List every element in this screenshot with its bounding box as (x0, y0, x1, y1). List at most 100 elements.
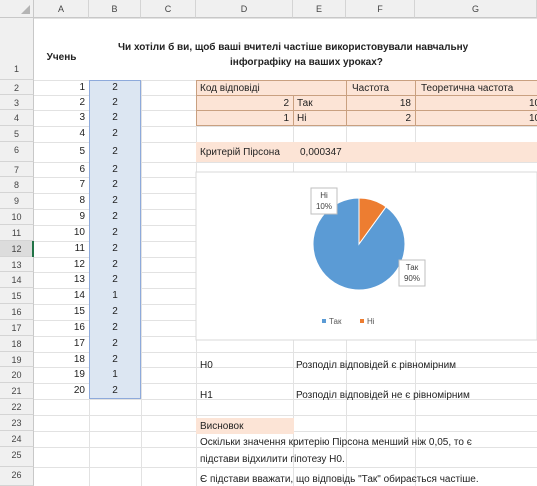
student-answer-cell[interactable]: 2 (89, 225, 141, 241)
column-header-b[interactable]: B (89, 0, 141, 18)
row-header-8[interactable]: 8 (0, 177, 34, 193)
legend-swatch-ni (360, 319, 364, 323)
student-answer-cell[interactable]: 2 (89, 95, 141, 110)
row-header-13[interactable]: 13 (0, 257, 34, 272)
row-header-22[interactable]: 22 (0, 399, 34, 415)
student-answer-cell[interactable]: 1 (89, 288, 141, 304)
row-header-19[interactable]: 19 (0, 352, 34, 367)
student-answer-cell[interactable]: 2 (89, 336, 141, 352)
student-id-cell[interactable]: 12 (34, 257, 89, 272)
h0-text: Розподіл відповідей є рівномірним (296, 360, 457, 371)
student-id-cell[interactable]: 17 (34, 336, 89, 352)
student-answer-cell[interactable]: 1 (89, 367, 141, 383)
student-id-cell[interactable]: 14 (34, 288, 89, 304)
student-id-cell[interactable]: 20 (34, 383, 89, 399)
column-header-c[interactable]: C (141, 0, 196, 18)
column-header-e[interactable]: E (293, 0, 346, 18)
student-answer-cell[interactable]: 2 (89, 193, 141, 209)
row-header-16[interactable]: 16 (0, 304, 34, 320)
select-all-corner[interactable] (0, 0, 34, 18)
freq-table-divider (196, 95, 537, 96)
student-id-cell[interactable]: 1 (34, 80, 89, 95)
conclusion-line-1: Оскільки значення критерію Пірсона менши… (200, 437, 472, 448)
freq-row-label: Так (297, 98, 313, 109)
student-id-cell[interactable]: 10 (34, 225, 89, 241)
row-header-20[interactable]: 20 (0, 367, 34, 383)
student-id-cell[interactable]: 18 (34, 352, 89, 367)
student-id-cell[interactable]: 9 (34, 209, 89, 225)
freq-table-divider (196, 110, 537, 111)
student-id-cell[interactable]: 16 (34, 320, 89, 336)
pie-data-label-text: 10% (316, 202, 332, 211)
row-header-14[interactable]: 14 (0, 272, 34, 288)
student-answer-cell[interactable]: 2 (89, 142, 141, 162)
student-answer-cell[interactable]: 2 (89, 241, 141, 257)
pie-data-label-ni: Ні 10% (310, 187, 338, 215)
student-answer-cell[interactable]: 2 (89, 383, 141, 399)
student-answer-cell[interactable]: 2 (89, 110, 141, 126)
student-answer-cell[interactable]: 2 (89, 80, 141, 95)
h0-label: H0 (200, 360, 213, 371)
row-header-24[interactable]: 24 (0, 431, 34, 447)
student-answer-cell[interactable]: 2 (89, 272, 141, 288)
student-answer-cell[interactable]: 2 (89, 304, 141, 320)
freq-header-code: Код відповіді (200, 83, 260, 94)
column-header-g[interactable]: G (415, 0, 537, 18)
row-header-1[interactable]: 1 (0, 18, 34, 80)
student-id-cell[interactable]: 3 (34, 110, 89, 126)
student-answer-cell[interactable]: 2 (89, 257, 141, 272)
student-id-cell[interactable]: 5 (34, 142, 89, 162)
student-id-cell[interactable]: 15 (34, 304, 89, 320)
column-header-d[interactable]: D (196, 0, 293, 18)
question-line-1: Чи хотіли б ви, щоб ваші вчителі частіше… (118, 42, 469, 53)
row-gridline (34, 467, 537, 468)
row-header-23[interactable]: 23 (0, 415, 34, 431)
freq-row-code: 2 (283, 98, 289, 109)
row-header-9[interactable]: 9 (0, 193, 34, 209)
pie-chart[interactable]: Так 90% Ні 10% Так Ні (195, 171, 537, 341)
row-header-4[interactable]: 4 (0, 110, 34, 126)
student-answer-cell[interactable]: 2 (89, 320, 141, 336)
pie-data-label-text: Ні (320, 191, 328, 200)
row-header-7[interactable]: 7 (0, 162, 34, 177)
spreadsheet[interactable]: A B C D E F G 1 2 3 4 5 6 7 8 9 10 11 12 13 14 15 16 17 1… (0, 0, 537, 486)
column-header-f[interactable]: F (346, 0, 415, 18)
row-header-6[interactable]: 6 (0, 142, 34, 162)
h1-label: H1 (200, 390, 213, 401)
student-id-cell[interactable]: 19 (34, 367, 89, 383)
pie-data-label-text: Так (406, 263, 419, 272)
row-header-21[interactable]: 21 (0, 383, 34, 399)
row-header-26[interactable]: 26 (0, 467, 34, 486)
student-id-cell[interactable]: 11 (34, 241, 89, 257)
row-gridline (34, 415, 537, 416)
student-answer-cell[interactable]: 2 (89, 209, 141, 225)
student-id-cell[interactable]: 7 (34, 177, 89, 193)
student-id-cell[interactable]: 2 (34, 95, 89, 110)
student-answer-cell[interactable]: 2 (89, 177, 141, 193)
row-header-11[interactable]: 11 (0, 225, 34, 241)
student-id-cell[interactable]: 13 (34, 272, 89, 288)
row-header-10[interactable]: 10 (0, 209, 34, 225)
student-id-cell[interactable]: 6 (34, 162, 89, 177)
legend-swatch-tak (322, 319, 326, 323)
student-answer-cell[interactable]: 2 (89, 162, 141, 177)
student-id-cell[interactable]: 8 (34, 193, 89, 209)
row-header-17[interactable]: 17 (0, 320, 34, 336)
student-id-cell[interactable]: 4 (34, 126, 89, 142)
freq-table-vline (415, 80, 416, 126)
row-header-2[interactable]: 2 (0, 80, 34, 95)
student-answer-cell[interactable]: 2 (89, 352, 141, 367)
row-header-18[interactable]: 18 (0, 336, 34, 352)
freq-header-freq: Частота (352, 83, 390, 94)
column-header-a[interactable]: A (34, 0, 89, 18)
row-header-5[interactable]: 5 (0, 126, 34, 142)
conclusion-label: Висновок (200, 421, 244, 432)
row-header-15[interactable]: 15 (0, 288, 34, 304)
row-header-3[interactable]: 3 (0, 95, 34, 110)
freq-row-code: 1 (283, 113, 289, 124)
freq-header-theory: Теоретична частота (421, 83, 514, 94)
student-answer-cell[interactable]: 2 (89, 126, 141, 142)
freq-row-label: Ні (297, 113, 307, 124)
row-header-25[interactable]: 25 (0, 447, 34, 467)
row-header-12[interactable]: 12 (0, 241, 34, 257)
